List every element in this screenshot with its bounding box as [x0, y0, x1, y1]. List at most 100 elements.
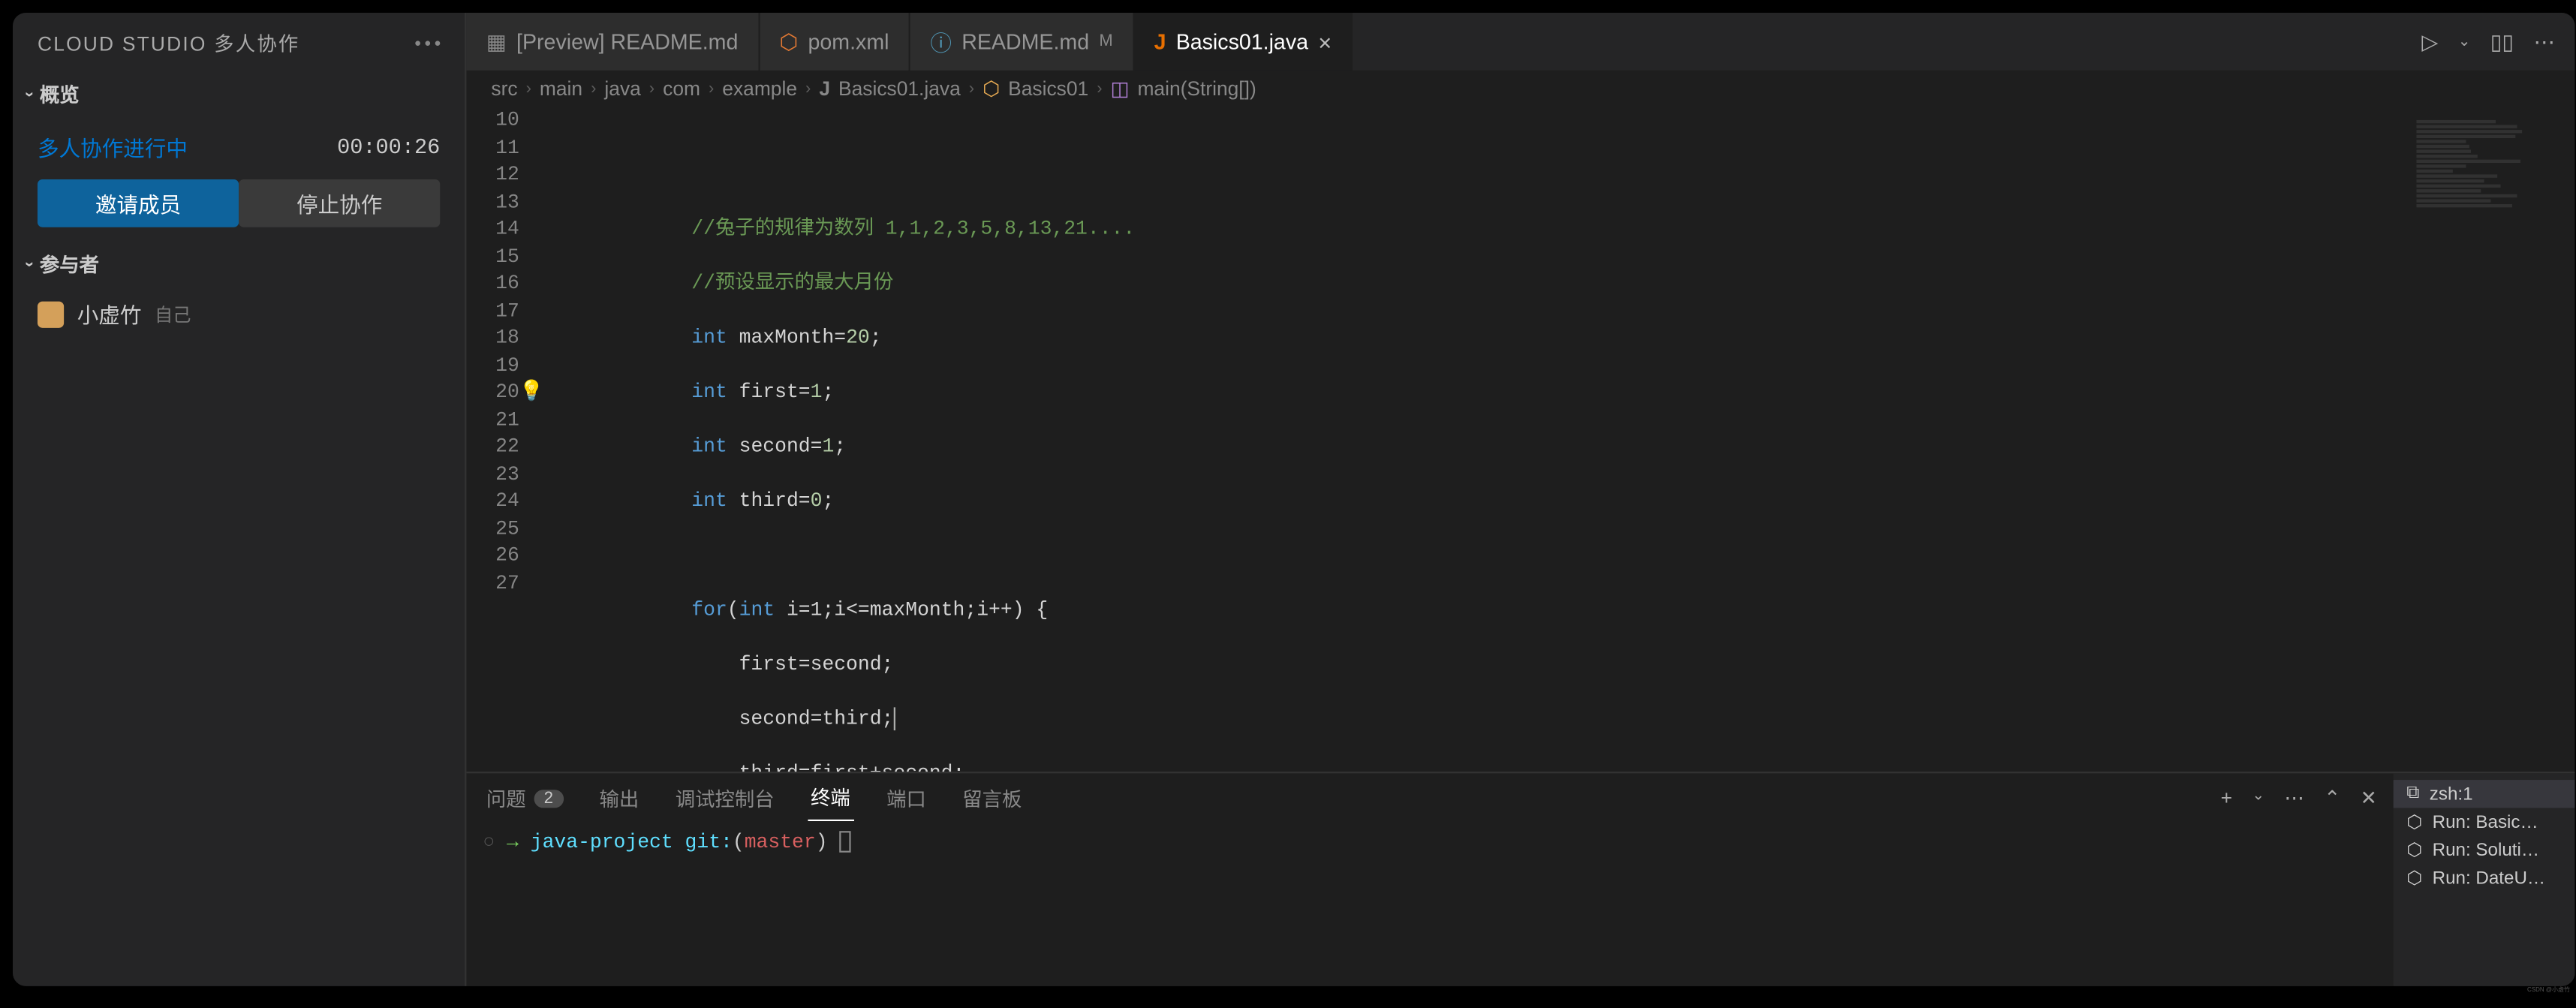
breadcrumb-separator: › [526, 80, 531, 98]
close-icon[interactable]: × [1318, 29, 1332, 55]
collab-status-text: 多人协作进行中 [38, 131, 188, 163]
close-panel-icon[interactable]: ✕ [2361, 787, 2377, 810]
lightbulb-icon[interactable]: 💡 [519, 379, 544, 406]
breadcrumb-separator: › [709, 80, 714, 98]
panel-actions: + ⌄ ⋯ ⌃ ✕ [2221, 787, 2377, 810]
info-icon: ⓘ [930, 26, 952, 58]
panel-tab-label: 端口 [886, 784, 926, 812]
preview-icon: ▦ [486, 29, 507, 55]
tab-label: Basics01.java [1176, 29, 1308, 54]
terminal-session[interactable]: ⬡ Run: DateU… [2394, 864, 2575, 892]
debug-icon: ⬡ [2406, 868, 2422, 889]
editor-tab[interactable]: ⓘREADME.mdM [910, 13, 1134, 71]
terminal-icon: ⧉ [2406, 783, 2419, 805]
invite-button[interactable]: 邀请成员 [38, 179, 239, 227]
line-number: 13 [466, 188, 519, 215]
bottom-panel: 问题 2 输出 调试控制台 终端 端口 留言板 + ⌄ ⋯ ⌃ ✕ ○ → java-pro… [466, 772, 2574, 986]
breadcrumb-item[interactable]: com [663, 77, 700, 101]
chevron-up-icon[interactable]: ⌃ [2324, 787, 2340, 810]
stop-collab-button[interactable]: 停止协作 [239, 179, 440, 227]
breadcrumb[interactable]: src › main › java › com › example › J Basics01.jav… [466, 71, 2574, 107]
editor-tab[interactable]: ⬡ pom.xml [760, 13, 910, 71]
more-icon[interactable] [415, 41, 440, 46]
line-number: 19 [466, 352, 519, 379]
minimap[interactable] [2410, 107, 2575, 772]
more-icon[interactable]: ⋯ [2534, 29, 2556, 55]
watermark: CSDN @小虚竹 [2527, 985, 2570, 994]
terminal-dropdown-icon[interactable]: ⌄ [2252, 787, 2265, 810]
participants-header[interactable]: › 参与者 [13, 244, 465, 285]
xml-icon: ⬡ [779, 29, 798, 55]
panel-tab-label: 问题 [486, 784, 526, 812]
breadcrumb-item[interactable]: java [604, 77, 640, 101]
panel-tab[interactable]: 问题 2 [483, 776, 566, 820]
terminal-session[interactable]: ⧉ zsh:1 [2394, 780, 2575, 808]
line-number: 12 [466, 161, 519, 188]
line-number: 23 [466, 461, 519, 488]
tab-label: [Preview] README.md [516, 29, 738, 54]
chevron-down-icon: › [20, 262, 38, 267]
breadcrumb-item[interactable]: main [540, 77, 582, 101]
breadcrumb-item[interactable]: example [722, 77, 797, 101]
breadcrumb-separator: › [969, 80, 974, 98]
line-number: 10 [466, 107, 519, 134]
line-number: 16 [466, 270, 519, 297]
debug-icon: ⬡ [2406, 811, 2422, 833]
sidebar: CLOUD STUDIO 多人协作 › 概览 多人协作进行中 00:00:26 … [13, 13, 466, 986]
participant-tag: 自己 [155, 301, 191, 327]
terminal-session[interactable]: ⬡ Run: Soluti… [2394, 836, 2575, 864]
debug-icon: ⬡ [2406, 839, 2422, 861]
breadcrumb-item[interactable]: main(String[]) [1137, 77, 1256, 101]
terminal-content[interactable]: ○ → java-project git:(master) [466, 823, 2393, 986]
breadcrumb-item[interactable]: src [491, 77, 517, 101]
tab-actions: ▷ ⌄ ▯▯ ⋯ [2402, 13, 2574, 71]
panel-tab[interactable]: 留言板 [959, 776, 1025, 820]
panel-tab[interactable]: 终端 [808, 775, 854, 821]
session-label: Run: DateU… [2433, 868, 2546, 888]
panel-tab-label: 调试控制台 [676, 784, 775, 812]
more-icon[interactable]: ⋯ [2284, 787, 2304, 810]
terminal-session[interactable]: ⬡Run: Basic… [2394, 808, 2575, 835]
java-icon: J [819, 77, 830, 101]
run-dropdown-icon[interactable]: ⌄ [2458, 32, 2471, 50]
method-icon: ◫ [1111, 77, 1130, 101]
tab-label: README.md [961, 29, 1089, 54]
tab-label: pom.xml [808, 29, 889, 54]
split-editor-icon[interactable]: ▯▯ [2490, 29, 2514, 55]
editor-tab[interactable]: JBasics01.java× [1134, 13, 1353, 71]
editor-tab[interactable]: ▦ [Preview] README.md [466, 13, 760, 71]
new-terminal-icon[interactable]: + [2221, 787, 2232, 810]
panel-tab[interactable]: 调试控制台 [672, 776, 778, 820]
session-label: zsh:1 [2430, 784, 2473, 804]
participants-label: 参与者 [40, 251, 99, 278]
overview-header[interactable]: › 概览 [13, 74, 465, 115]
line-number: 26 [466, 543, 519, 570]
avatar [38, 301, 64, 327]
line-number: 21 [466, 406, 519, 433]
chevron-down-icon: › [20, 92, 38, 97]
line-number: 22 [466, 433, 519, 460]
panel-tab-label: 留言板 [962, 784, 1022, 812]
editor-tabs: ▦[Preview] README.md⬡pom.xmlⓘREADME.mdMJ… [466, 13, 2574, 71]
panel-tab[interactable]: 输出 [596, 776, 642, 820]
panel-tab[interactable]: 端口 [883, 776, 930, 820]
run-icon[interactable]: ▷ [2421, 29, 2438, 55]
breadcrumb-item[interactable]: Basics01.java [838, 77, 961, 101]
breadcrumb-separator: › [1097, 80, 1102, 98]
line-number: 17 [466, 297, 519, 324]
participant-name: 小虚竹 [77, 298, 142, 329]
session-label: Run: Soluti… [2433, 840, 2539, 859]
line-number: 14 [466, 215, 519, 242]
code-editor[interactable]: 101112131415161718192021222324252627 💡 /… [466, 107, 2574, 772]
line-number: 27 [466, 570, 519, 597]
code-content[interactable]: 💡 //兔子的规律为数列 1,1,2,3,5,8,13,21.... //预设显… [549, 107, 2409, 772]
breadcrumb-item[interactable]: Basics01 [1008, 77, 1088, 101]
breadcrumb-separator: › [805, 80, 811, 98]
breadcrumb-separator: › [591, 80, 596, 98]
main-area: ▦[Preview] README.md⬡pom.xmlⓘREADME.mdMJ… [466, 13, 2574, 986]
breadcrumb-separator: › [649, 80, 655, 98]
line-number: 18 [466, 324, 519, 351]
participant-row[interactable]: 小虚竹 自己 [13, 285, 465, 343]
badge: 2 [534, 789, 564, 807]
app-title: CLOUD STUDIO 多人协作 [38, 29, 300, 57]
